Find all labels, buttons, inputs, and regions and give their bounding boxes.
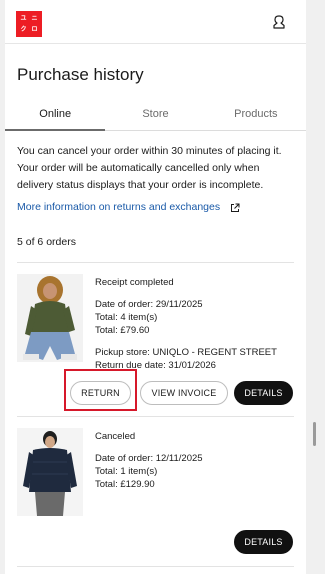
return-button[interactable]: RETURN bbox=[70, 381, 131, 405]
user-icon[interactable] bbox=[272, 15, 286, 29]
details-button[interactable]: DETAILS bbox=[234, 381, 293, 405]
orders-count: 5 of 6 orders bbox=[17, 236, 76, 248]
product-photo-man bbox=[17, 428, 83, 516]
order-total: Total: £129.90 bbox=[95, 479, 155, 490]
order-date: Date of order: 12/11/2025 bbox=[95, 453, 203, 464]
order-status: Canceled bbox=[95, 431, 136, 442]
divider bbox=[17, 416, 294, 417]
logo-cell: ユ bbox=[20, 15, 27, 22]
cancellation-notice: You can cancel your order within 30 minu… bbox=[17, 145, 282, 191]
product-photo-woman bbox=[17, 274, 83, 362]
order-info: Receipt completed Date of order: 29/11/2… bbox=[95, 276, 277, 372]
logo-cell: ク bbox=[20, 26, 27, 33]
site-header: ユ ニ ク ロ bbox=[5, 0, 306, 44]
scrollbar-handle[interactable] bbox=[313, 422, 316, 446]
returns-info-link[interactable]: More information on returns and exchange… bbox=[17, 201, 220, 213]
page-title: Purchase history bbox=[17, 65, 144, 84]
product-thumbnail[interactable] bbox=[17, 428, 83, 516]
order-status: Receipt completed bbox=[95, 277, 174, 288]
order-card: Canceled Date of order: 12/11/2025 Total… bbox=[17, 428, 294, 528]
purchase-history-panel: ユ ニ ク ロ Purchase history Online Store Pr… bbox=[5, 0, 306, 574]
order-items: Total: 1 item(s) bbox=[95, 466, 158, 477]
logo-cell: ニ bbox=[31, 15, 38, 22]
order-total: Total: £79.60 bbox=[95, 325, 150, 336]
order-date: Date of order: 29/11/2025 bbox=[95, 299, 203, 310]
details-button[interactable]: DETAILS bbox=[234, 530, 293, 554]
order-source-tabs: Online Store Products bbox=[5, 103, 306, 131]
pickup-store: Pickup store: UNIQLO - REGENT STREET bbox=[95, 347, 277, 358]
divider bbox=[17, 566, 294, 567]
product-thumbnail[interactable] bbox=[17, 274, 83, 362]
external-link-icon[interactable] bbox=[230, 203, 240, 213]
divider bbox=[17, 262, 294, 263]
tab-store[interactable]: Store bbox=[105, 103, 205, 130]
order-info: Canceled Date of order: 12/11/2025 Total… bbox=[95, 430, 203, 491]
tab-products[interactable]: Products bbox=[206, 103, 306, 130]
tab-online[interactable]: Online bbox=[5, 103, 106, 131]
uniqlo-logo[interactable]: ユ ニ ク ロ bbox=[16, 11, 42, 37]
view-invoice-button[interactable]: VIEW INVOICE bbox=[140, 381, 228, 405]
order-items: Total: 4 item(s) bbox=[95, 312, 158, 323]
logo-cell: ロ bbox=[31, 26, 38, 33]
